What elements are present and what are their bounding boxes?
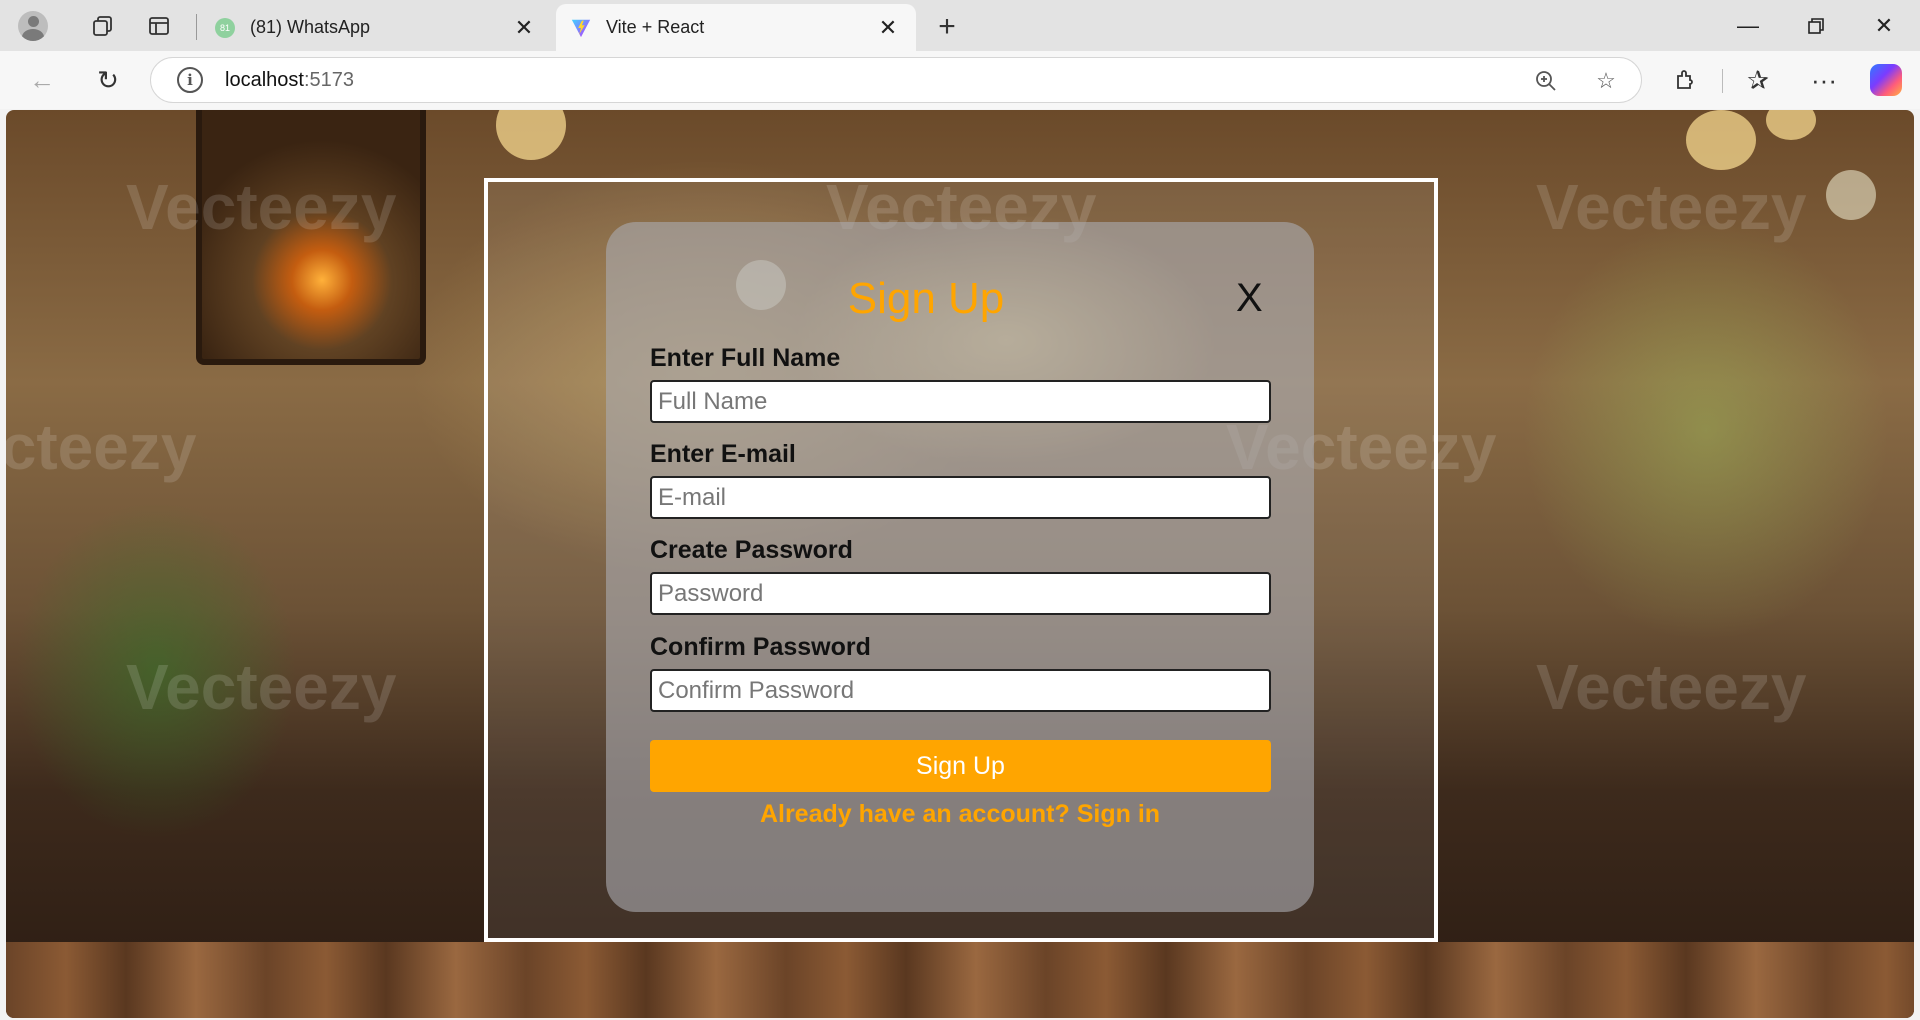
full-name-label: Enter Full Name xyxy=(650,344,841,372)
toolbar-separator xyxy=(1722,69,1723,93)
tab-badge: 81 xyxy=(215,17,235,38)
password-input[interactable] xyxy=(650,572,1271,615)
close-tab-icon[interactable]: ✕ xyxy=(510,14,538,42)
vite-icon xyxy=(570,17,592,39)
signup-submit-button[interactable]: Sign Up xyxy=(650,740,1271,792)
bokeh-light xyxy=(1686,110,1756,170)
tab-label: Vite + React xyxy=(606,17,705,37)
copilot-icon xyxy=(1870,64,1902,96)
collections-button[interactable] xyxy=(80,5,126,47)
tab-actions-button[interactable] xyxy=(136,5,182,47)
address-bar[interactable]: i localhost:5173 ☆ xyxy=(150,57,1642,103)
back-button[interactable]: ← xyxy=(20,58,64,102)
tab-label: (81) WhatsApp xyxy=(250,17,371,37)
profile-button[interactable] xyxy=(10,5,56,47)
plus-icon: + xyxy=(938,10,956,43)
favorite-star-icon[interactable]: ☆ xyxy=(1591,66,1621,96)
bokeh-light xyxy=(1766,110,1816,140)
restore-icon xyxy=(1808,17,1824,34)
extensions-button[interactable] xyxy=(1663,58,1707,102)
collections-icon xyxy=(93,15,112,36)
refresh-icon: ↻ xyxy=(97,64,119,95)
bokeh-light xyxy=(496,110,566,160)
url-text[interactable]: localhost:5173 xyxy=(225,69,354,92)
tab-strip: 81 (81) WhatsApp ✕ Vite + React ✕ + — ✕ xyxy=(0,0,1920,51)
watermark-text: Vecteezy xyxy=(1536,651,1807,723)
minimize-icon: — xyxy=(1737,12,1759,38)
back-arrow-icon: ← xyxy=(29,64,55,95)
close-tab-icon[interactable]: ✕ xyxy=(874,14,902,42)
browser-toolbar: ← ↻ i localhost:5173 ☆ ✰ ··· xyxy=(0,51,1920,109)
close-window-button[interactable]: ✕ xyxy=(1850,0,1918,51)
watermark-text: Vecteezy xyxy=(126,171,397,243)
tab-strip-left xyxy=(0,0,182,51)
tab-whatsapp[interactable]: 81 (81) WhatsApp ✕ xyxy=(200,4,552,51)
wooden-floor xyxy=(6,942,1914,1018)
bokeh-light xyxy=(1826,170,1876,220)
site-info-icon[interactable]: i xyxy=(177,67,203,93)
tab-vite-react[interactable]: Vite + React ✕ xyxy=(556,4,916,51)
zoom-icon[interactable] xyxy=(1531,66,1561,96)
signup-card: Sign Up X Enter Full Name Enter E-mail C… xyxy=(606,222,1314,912)
restore-button[interactable] xyxy=(1782,0,1850,51)
whatsapp-icon: 81 xyxy=(214,17,236,39)
full-name-input[interactable] xyxy=(650,380,1271,423)
profile-icon xyxy=(18,10,48,41)
create-password-label: Create Password xyxy=(650,536,853,564)
signin-link[interactable]: Already have an account? Sign in xyxy=(606,800,1314,829)
close-button[interactable]: X xyxy=(1236,276,1263,321)
extensions-icon xyxy=(1677,70,1693,89)
tab-separator xyxy=(196,14,197,40)
more-dots-icon: ··· xyxy=(1811,64,1837,95)
new-tab-button[interactable]: + xyxy=(928,8,966,46)
url-port: :5173 xyxy=(303,68,354,91)
tab-actions-icon xyxy=(149,16,169,35)
minimize-button[interactable]: — xyxy=(1714,0,1782,51)
watermark-text: Vecteezy xyxy=(1536,171,1807,243)
watermark-text: Vecteezy xyxy=(126,651,397,723)
email-label: Enter E-mail xyxy=(650,440,796,468)
refresh-button[interactable]: ↻ xyxy=(86,58,130,102)
confirm-password-input[interactable] xyxy=(650,669,1271,712)
watermark-text: Vecteezy xyxy=(6,411,197,483)
url-host: localhost xyxy=(225,68,304,91)
copilot-button[interactable] xyxy=(1864,58,1908,102)
email-input[interactable] xyxy=(650,476,1271,519)
page-viewport: Vecteezy Vecteezy Vecteezy Vecteezy Vect… xyxy=(6,110,1914,1018)
favorites-button[interactable]: ✰ xyxy=(1736,58,1780,102)
signup-title: Sign Up xyxy=(847,274,1005,323)
close-window-icon: ✕ xyxy=(1874,12,1894,38)
confirm-password-label: Confirm Password xyxy=(650,633,871,661)
more-menu-button[interactable]: ··· xyxy=(1802,58,1846,102)
favorites-icon: ✰ xyxy=(1747,64,1769,95)
